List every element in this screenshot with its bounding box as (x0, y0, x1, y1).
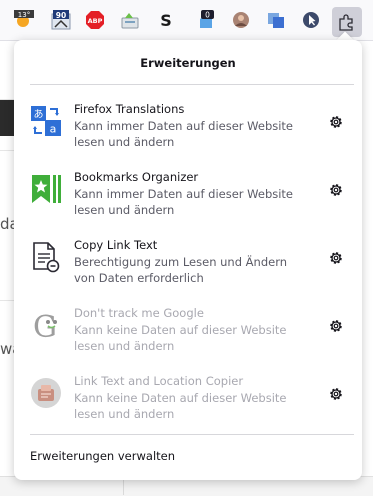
extension-item-dont-track-me-google[interactable]: G Don't track me Google Kann keine Daten… (14, 306, 362, 362)
s-extension-icon[interactable]: S (156, 10, 176, 30)
browser-toolbar: 13° 90 ABP S 0 (0, 0, 373, 41)
weather-badge: 13° (18, 11, 30, 19)
extensions-puzzle-icon (339, 14, 353, 31)
extension-name: Link Text and Location Copier (74, 374, 244, 388)
background-divider (0, 150, 14, 151)
translations-icon: あ a (30, 105, 62, 137)
extension-name: Firefox Translations (74, 102, 185, 116)
notification-icon[interactable]: 0 (196, 10, 216, 30)
extension-description: Kann immer Daten auf dieser Website lese… (74, 187, 294, 217)
notification-badge: 0 (205, 11, 210, 20)
background-divider (0, 300, 14, 301)
gear-icon[interactable] (328, 182, 344, 198)
counter-badge: 90 (56, 11, 66, 20)
extension-item-bookmarks-organizer[interactable]: Bookmarks Organizer Kann immer Daten auf… (14, 170, 362, 226)
bookmark-cleaner-icon[interactable] (120, 10, 140, 30)
weather-icon[interactable]: 13° (14, 10, 34, 30)
cursor-icon[interactable] (301, 10, 321, 30)
extension-item-copy-link-text[interactable]: Copy Link Text Berechtigung zum Lesen un… (14, 238, 362, 294)
svg-text:a: a (50, 123, 57, 136)
bookmarks-organizer-icon (30, 173, 62, 205)
calendar-counter-icon[interactable]: 90 (51, 10, 71, 30)
extension-item-link-text-location-copier[interactable]: Link Text and Location Copier Kann keine… (14, 374, 362, 430)
copy-link-text-icon (30, 241, 62, 273)
svg-text:G: G (33, 310, 57, 341)
manage-extensions-link[interactable]: Erweiterungen verwalten (30, 449, 175, 463)
adblock-icon[interactable]: ABP (85, 10, 105, 30)
panel-title: Erweiterungen (140, 56, 236, 70)
extension-description: Kann keine Daten auf dieser Website lese… (74, 391, 287, 421)
adblock-badge: ABP (88, 17, 103, 25)
extension-description: Berechtigung zum Lesen und Ändern von Da… (74, 255, 288, 285)
gear-icon[interactable] (328, 114, 344, 130)
avatar-icon[interactable] (231, 10, 251, 30)
gear-icon[interactable] (328, 318, 344, 334)
extension-description: Kann keine Daten auf dieser Website lese… (74, 323, 287, 353)
extensions-button[interactable] (332, 7, 362, 37)
gear-icon[interactable] (328, 386, 344, 402)
background-dark-block (0, 100, 14, 136)
extension-item-firefox-translations[interactable]: あ a Firefox Translations Kann immer Date… (14, 102, 362, 158)
extension-name: Don't track me Google (74, 306, 204, 320)
link-copier-icon (30, 377, 62, 409)
svg-text:S: S (160, 11, 172, 30)
extension-name: Bookmarks Organizer (74, 170, 199, 184)
extension-description: Kann immer Daten auf dieser Website lese… (74, 119, 294, 149)
svg-text:あ: あ (34, 109, 44, 121)
gear-icon[interactable] (328, 250, 344, 266)
panel-separator (30, 434, 354, 435)
extension-name: Copy Link Text (74, 238, 158, 252)
dont-track-google-icon: G (30, 309, 62, 345)
translate-page-icon[interactable] (266, 10, 286, 30)
extensions-panel: Erweiterungen あ a Firefox Translations K… (14, 40, 362, 480)
panel-separator (30, 84, 354, 85)
